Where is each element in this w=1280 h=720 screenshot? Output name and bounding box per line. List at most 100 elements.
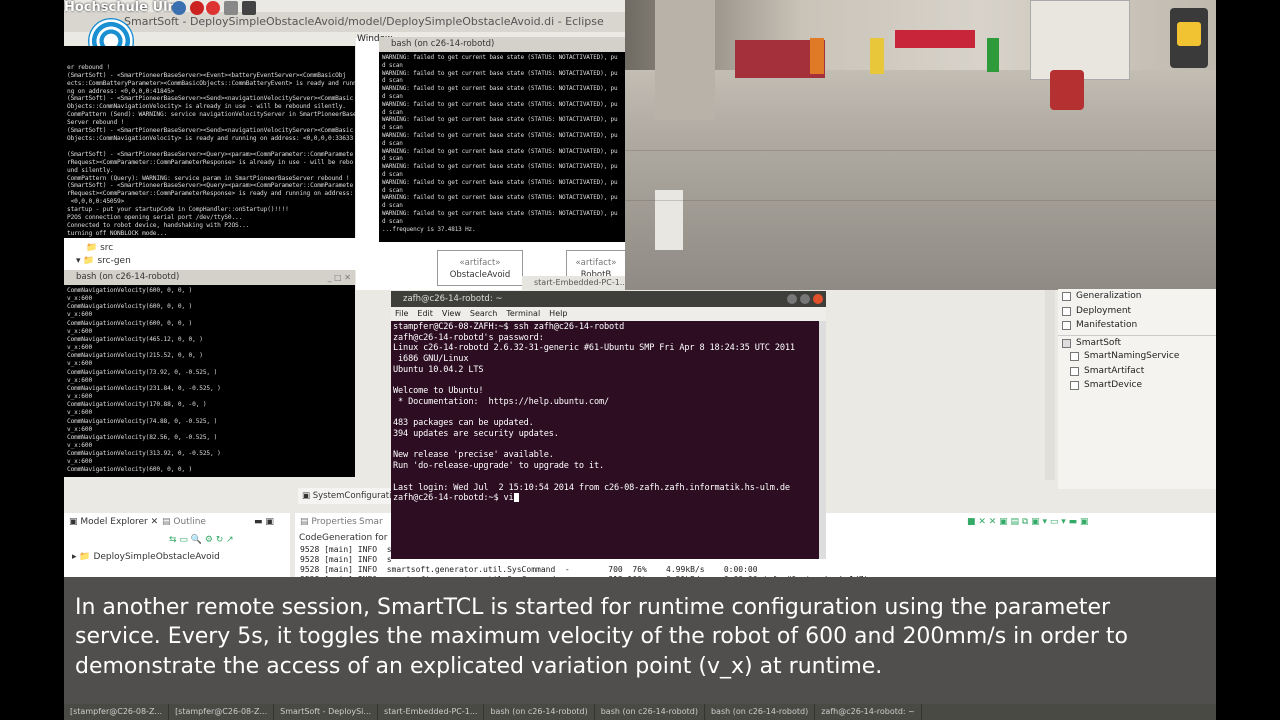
tree-item-src[interactable]: 📁 src	[86, 241, 113, 255]
palette-item-deployment[interactable]: Deployment	[1058, 304, 1216, 319]
terminal-ssh[interactable]: zafh@c26-14-robotd: ~ File Edit View Search…	[391, 291, 826, 559]
terminal-line: WARNING: failed to get current base stat…	[382, 85, 618, 93]
properties-label: Properties	[311, 517, 357, 527]
terminal-line: zafh@c26-14-robotd's password:	[393, 332, 544, 343]
system-config-tab[interactable]: ▣ SystemConfigurati	[298, 488, 392, 504]
camera-door	[655, 0, 715, 120]
taskbar-item[interactable]: zafh@c26-14-robotd: ~	[815, 704, 922, 720]
ssh-terminal-close-icon[interactable]	[813, 294, 823, 304]
terminal-line: v_x:600	[67, 344, 93, 352]
terminal-bottom-left[interactable]: bash (on c26-14-robotd) _ □ ✕ CommNaviga…	[64, 270, 355, 477]
terminal-line: WARNING: failed to get current base stat…	[382, 147, 618, 155]
taskbar-item[interactable]: bash (on c26-14-robotd)	[484, 704, 595, 720]
terminal-line: CommNavigationVelocity(600, 0, 0, )	[67, 287, 193, 294]
terminal-line: CommNavigationVelocity(600, 0, 0, )	[67, 303, 193, 311]
term-bl-title: bash (on c26-14-robotd)	[64, 270, 355, 285]
stop-icon[interactable]	[190, 1, 204, 15]
menu-item-help[interactable]: Help	[549, 309, 567, 318]
smart-tab[interactable]: Smar	[359, 515, 383, 529]
taskbar-item[interactable]: SmartSoft - DeploySi...	[274, 704, 379, 720]
term-bl-body: CommNavigationVelocity(600, 0, 0, ) v_x:6…	[64, 285, 355, 477]
menu-item-view[interactable]: View	[442, 309, 461, 318]
terminal-line: * Documentation: https://help.ubuntu.com…	[393, 396, 610, 407]
palette-item-manifestation[interactable]: Manifestation	[1058, 318, 1216, 333]
palette-section-smartsoft[interactable]: SmartSoft	[1058, 334, 1216, 350]
artifact-stereotype: «artifact»	[459, 258, 501, 268]
terminal-cursor	[513, 493, 519, 503]
ssh-terminal-scrollbar[interactable]	[819, 321, 826, 559]
taskbar-item[interactable]: start-Embedded-PC-1...	[378, 704, 485, 720]
terminal-line: er rebound !	[67, 63, 110, 71]
palette-list: Generalization Deployment Manifestation	[1058, 289, 1216, 333]
menu-item-edit[interactable]: Edit	[417, 309, 433, 318]
terminal-line: CommPattern (Send): WARNING: service nav…	[67, 111, 355, 119]
palette-item-generalization[interactable]: Generalization	[1058, 289, 1216, 304]
terminal-line: (SmartSoft) - <SmartPioneerBaseServer><E…	[67, 71, 346, 79]
palette-item-smartartifact[interactable]: SmartArtifact	[1066, 364, 1216, 379]
project-tree-item[interactable]: ▸ 📁 DeploySimpleObstacleAvoid	[72, 550, 220, 564]
artifact2-stereotype: «artifact»	[575, 258, 617, 268]
terminal-line: turning off NONBLOCK mode...	[67, 229, 168, 237]
ssh-terminal-min-icon[interactable]	[787, 294, 797, 304]
tree-src-gen-label: src-gen	[97, 256, 131, 266]
ssh-terminal-max-icon[interactable]	[800, 294, 810, 304]
palette-item-smartnamingservice[interactable]: SmartNamingService	[1066, 349, 1216, 364]
model-explorer-toolbar[interactable]: ⇆ ▭ 🔍 ⚙ ↻ ↗	[169, 533, 234, 547]
terminal-line: d scan	[382, 186, 403, 194]
terminal-line: startup - put your startupCode in CompHa…	[67, 206, 289, 214]
menu-item-file[interactable]: File	[395, 309, 408, 318]
artifact-obstacleavoid[interactable]: «artifact» ObstacleAvoid	[437, 250, 523, 286]
terminal-line: d scan	[382, 139, 403, 147]
terminal-line: CommPattern (Query): WARNING: service pa…	[67, 174, 350, 182]
record-icon[interactable]	[206, 1, 220, 15]
refresh-icon[interactable]	[172, 1, 186, 15]
menu-item-terminal[interactable]: Terminal	[506, 309, 540, 318]
camera-view	[625, 0, 1216, 290]
palette-item-label: SmartDevice	[1084, 380, 1143, 390]
taskbar-item[interactable]: [stampfer@C26-08-Z...	[64, 704, 170, 720]
model-explorer-min-max[interactable]: ▬ ▣	[254, 515, 274, 529]
terminal-line: rRequest><CommParameter::CommParameterRe…	[67, 190, 354, 198]
terminal-line: stampfer@C26-08-ZAFH:~$ ssh zafh@c26-14-…	[393, 322, 625, 332]
model-explorer-tab[interactable]: ▣ Model Explorer ✕	[69, 515, 158, 529]
camera-shelf	[1030, 0, 1130, 80]
terminal-line: WARNING: failed to get current base stat…	[382, 209, 618, 217]
outline-tab[interactable]: ▤ Outline	[162, 515, 206, 529]
terminal-top-middle[interactable]: bash (on c26-14-robotd) WARNING: failed …	[379, 37, 625, 242]
palette-scrollbar[interactable]	[1045, 290, 1055, 480]
palette-item-label: Generalization	[1076, 291, 1142, 301]
terminal-line: (SmartSoft) - <SmartPioneerBaseServer><Q…	[67, 182, 354, 190]
console-line: 9528 [main] INFO smartsoft.generator.uti…	[300, 565, 758, 574]
terminal-line: d scan	[382, 170, 403, 178]
outline-label: Outline	[173, 517, 206, 527]
terminal-line: Run 'do-release-upgrade' to upgrade to i…	[393, 461, 605, 472]
terminal-line: v_x:600	[67, 327, 93, 335]
terminal-top-left[interactable]: er rebound ! (SmartSoft) - <SmartPioneerB…	[64, 46, 355, 238]
palette-item-icon	[1062, 292, 1071, 301]
taskbar-item[interactable]: bash (on c26-14-robotd)	[595, 704, 705, 720]
terminal-line: CommNavigationVelocity(170.88, 0, -0, )	[67, 401, 207, 409]
terminal-line: v_x:600	[67, 458, 93, 466]
terminal-line: 394 updates are security updates.	[393, 429, 559, 440]
menu-item-search[interactable]: Search	[470, 309, 497, 318]
palette-item-smartdevice[interactable]: SmartDevice	[1066, 378, 1216, 393]
taskbar-item[interactable]: [stampfer@C26-08-Z...	[169, 704, 275, 720]
terminal-line: WARNING: failed to get current base stat…	[382, 131, 618, 139]
tree-item-src-gen[interactable]: ▾ 📁 src-gen	[76, 254, 131, 268]
caption-text: In another remote session, SmartTCL is s…	[75, 595, 1128, 679]
taskbar-item[interactable]: bash (on c26-14-robotd)	[705, 704, 816, 720]
diagram-tab[interactable]: start-Embedded-PC-1...	[522, 276, 625, 290]
settings-icon[interactable]	[224, 1, 238, 15]
terminal-line: rRequest><CommParameter::CommParameterRe…	[67, 158, 354, 166]
terminal-line: d scan	[382, 155, 403, 163]
terminal-line: v_x:600	[67, 441, 93, 449]
terminal-icon[interactable]	[242, 1, 256, 15]
terminal-line: ng on address: <0,0,0,0:41845>	[67, 87, 175, 95]
console-toolbar[interactable]: ■ ✕ ✕ ▣ ▤ ⧉ ▣ ▾ ▭ ▾ ▬ ▣	[967, 515, 1089, 529]
term-tm-body: WARNING: failed to get current base stat…	[379, 52, 625, 242]
term-bl-window-buttons[interactable]: _ □ ✕	[328, 273, 351, 282]
properties-tab[interactable]: ▤ Properties	[300, 515, 357, 529]
camera-pillar-green	[987, 38, 999, 72]
terminal-line: CommNavigationVelocity(73.92, 0, -0.525,…	[67, 368, 218, 376]
